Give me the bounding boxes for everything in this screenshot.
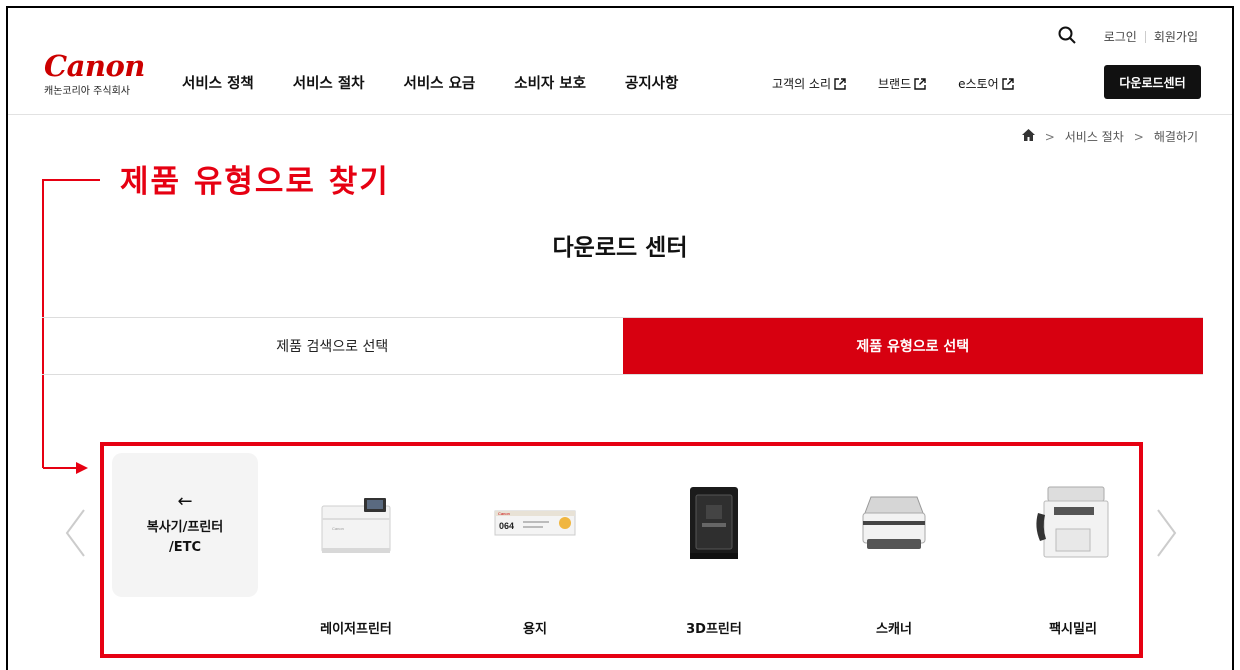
canon-logo[interactable]: Canon 캐논코리아 주식회사 bbox=[44, 49, 145, 98]
highlight-box bbox=[100, 442, 1143, 658]
nav-item-notice[interactable]: 공지사항 bbox=[625, 72, 678, 93]
page-frame: 로그인 회원가입 Canon 캐논코리아 주식회사 서비스 정책 서비스 절차 … bbox=[6, 6, 1234, 670]
nav-item-service-policy[interactable]: 서비스 정책 bbox=[182, 72, 254, 93]
nav-item-service-procedure[interactable]: 서비스 절차 bbox=[293, 72, 365, 93]
nav-item-brand[interactable]: 브랜드 bbox=[878, 75, 926, 92]
page-title: 다운로드 센터 bbox=[552, 235, 688, 261]
external-link-icon bbox=[1001, 77, 1014, 90]
search-icon[interactable] bbox=[1058, 26, 1076, 47]
breadcrumb-item[interactable]: 해결하기 bbox=[1154, 128, 1198, 145]
nav-item-consumer-protection[interactable]: 소비자 보호 bbox=[514, 72, 586, 93]
selection-tabs: 제품 검색으로 선택 제품 유형으로 선택 bbox=[42, 317, 1203, 375]
external-nav: 고객의 소리 브랜드 e스토어 bbox=[772, 75, 1046, 92]
login-link[interactable]: 로그인 bbox=[1104, 28, 1137, 45]
header-divider bbox=[8, 114, 1232, 115]
download-center-button[interactable]: 다운로드센터 bbox=[1104, 65, 1201, 99]
main-nav: 서비스 정책 서비스 절차 서비스 요금 소비자 보호 공지사항 bbox=[182, 72, 717, 93]
logo-brand: Canon bbox=[44, 49, 145, 83]
chevron-right-icon: > bbox=[1133, 129, 1144, 144]
tab-search-select[interactable]: 제품 검색으로 선택 bbox=[42, 318, 623, 374]
nav-label: 고객의 소리 bbox=[772, 77, 832, 91]
chevron-left-icon[interactable] bbox=[64, 508, 86, 558]
breadcrumb-item[interactable]: 서비스 절차 bbox=[1065, 128, 1124, 145]
external-link-icon bbox=[834, 77, 846, 90]
nav-label: e스토어 bbox=[958, 77, 999, 91]
utility-bar: 로그인 회원가입 bbox=[1058, 26, 1198, 47]
nav-item-estore[interactable]: e스토어 bbox=[958, 75, 1014, 92]
tab-type-select[interactable]: 제품 유형으로 선택 bbox=[622, 318, 1203, 374]
nav-item-customer-voice[interactable]: 고객의 소리 bbox=[772, 75, 846, 92]
nav-item-service-fee[interactable]: 서비스 요금 bbox=[404, 72, 476, 93]
logo-subtitle: 캐논코리아 주식회사 bbox=[44, 86, 130, 97]
chevron-right-icon: > bbox=[1044, 129, 1055, 144]
nav-label: 브랜드 bbox=[878, 77, 912, 91]
external-link-icon bbox=[914, 77, 926, 90]
annotation-label: 제품 유형으로 찾기 bbox=[120, 164, 390, 200]
home-icon[interactable] bbox=[1021, 129, 1035, 144]
signup-link[interactable]: 회원가입 bbox=[1154, 28, 1198, 45]
breadcrumb: > 서비스 절차 > 해결하기 bbox=[1021, 128, 1198, 145]
divider bbox=[1144, 30, 1146, 43]
chevron-right-icon[interactable] bbox=[1156, 508, 1178, 558]
